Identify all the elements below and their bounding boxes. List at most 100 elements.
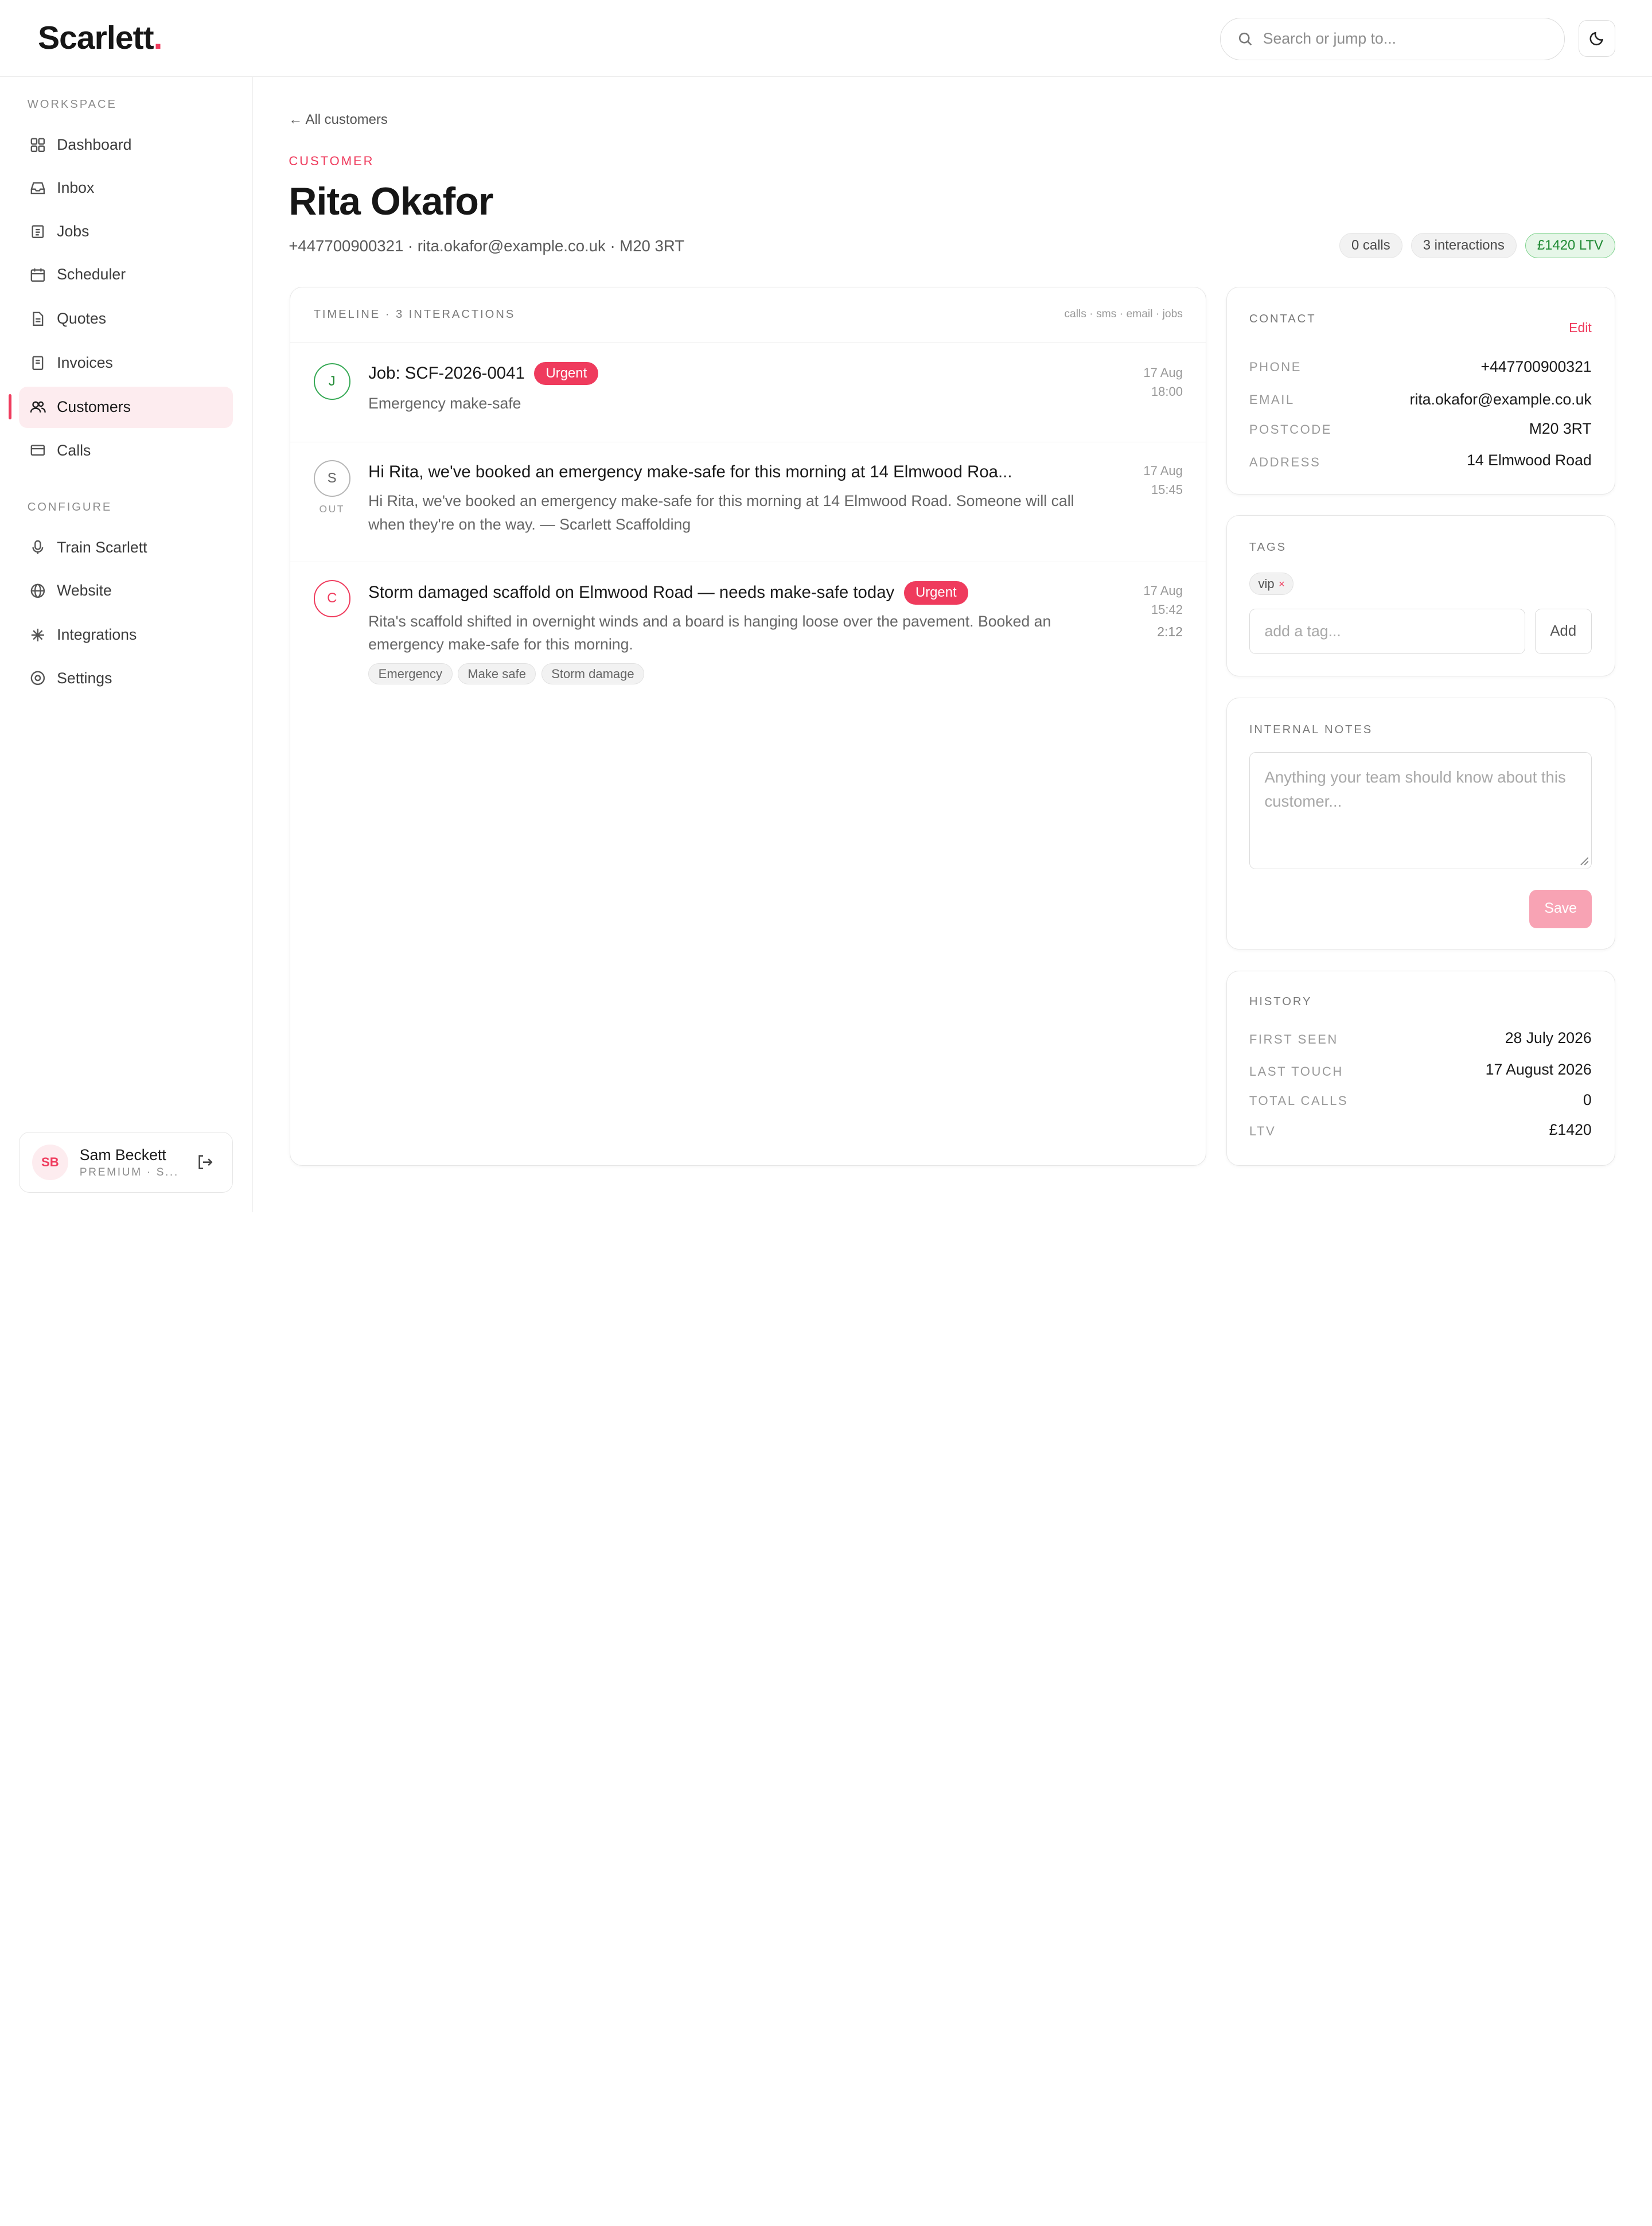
- timeline-header: TIMELINE · 3 INTERACTIONS calls · sms · …: [290, 287, 1206, 344]
- search-bar[interactable]: Search or jump to...: [1220, 18, 1565, 60]
- interactions-count-badge: 3 interactions: [1411, 232, 1517, 259]
- configure-label: CONFIGURE: [27, 500, 112, 513]
- sidebar-item-train-scarlett[interactable]: Train Scarlett: [19, 527, 233, 568]
- postcode-value: M20 3RT: [1529, 420, 1592, 438]
- customer-summary: +447700900321 · rita.okafor@example.co.u…: [289, 237, 685, 255]
- users-icon: [29, 399, 46, 415]
- card-icon: [29, 442, 46, 459]
- grid-icon: [29, 137, 46, 153]
- sidebar-item-scheduler[interactable]: Scheduler: [19, 254, 233, 295]
- sidebar-item-calls[interactable]: Calls: [19, 430, 233, 471]
- document-icon: [29, 310, 46, 327]
- job-avatar: J: [313, 363, 350, 400]
- tags-label: TAGS: [1249, 541, 1287, 554]
- back-to-customers-link[interactable]: ← All customers: [289, 112, 387, 128]
- address-key: ADDRESS: [1249, 454, 1321, 469]
- sidebar-item-dashboard[interactable]: Dashboard: [19, 124, 233, 166]
- history-label: HISTORY: [1249, 995, 1312, 1009]
- contact-label: CONTACT: [1249, 312, 1316, 325]
- user-name: Sam Beckett: [79, 1146, 166, 1163]
- sidebar-item-label: Inbox: [57, 179, 95, 197]
- entry-body: Emergency make-safe: [368, 394, 521, 412]
- last-touch-value: 17 August 2026: [1485, 1061, 1592, 1079]
- first-seen-value: 28 July 2026: [1505, 1029, 1592, 1046]
- timeline-entry[interactable]: S OUT Hi Rita, we've booked an emergency…: [290, 442, 1206, 563]
- tag-chip: Make safe: [457, 663, 536, 685]
- entry-title: Storm damaged scaffold on Elmwood Road —…: [368, 581, 968, 605]
- brand-logo[interactable]: Scarlett.: [38, 19, 162, 57]
- email-value: rita.okafor@example.co.uk: [1409, 390, 1592, 408]
- tags-card: TAGS vip × add a tag... Add: [1226, 515, 1616, 677]
- phone-key: PHONE: [1249, 360, 1302, 375]
- notes-card: INTERNAL NOTES Anything your team should…: [1226, 698, 1616, 950]
- remove-tag-icon[interactable]: ×: [1279, 578, 1285, 590]
- entry-time: 15:45: [1151, 482, 1183, 497]
- resize-handle-icon[interactable]: [1580, 857, 1589, 866]
- search-placeholder: Search or jump to...: [1263, 30, 1397, 48]
- settings-icon: [29, 670, 46, 686]
- address-value: 14 Elmwood Road: [1467, 452, 1592, 469]
- page-eyebrow: CUSTOMER: [289, 154, 375, 169]
- sms-avatar: S: [313, 460, 350, 497]
- entry-title-text: Hi Rita, we've booked an emergency make-…: [368, 462, 1012, 481]
- sidebar-item-label: Dashboard: [57, 136, 132, 154]
- entry-timestamp: 17 Aug 18:00: [1143, 363, 1183, 401]
- tag-input[interactable]: add a tag...: [1249, 608, 1526, 654]
- avatar: SB: [32, 1144, 68, 1181]
- sidebar-item-label: Train Scarlett: [57, 538, 147, 556]
- clipboard-icon: [29, 223, 46, 240]
- theme-toggle-button[interactable]: [1578, 20, 1616, 57]
- notes-label: INTERNAL NOTES: [1249, 723, 1373, 737]
- calendar-icon: [29, 266, 46, 283]
- entry-title-text: Job: SCF-2026-0041: [368, 364, 525, 383]
- sidebar-item-quotes[interactable]: Quotes: [19, 298, 233, 340]
- total-calls-key: TOTAL CALLS: [1249, 1093, 1349, 1108]
- sidebar-item-label: Settings: [57, 669, 112, 687]
- app: Scarlett. Search or jump to... WORKSPACE…: [0, 0, 1652, 1212]
- sidebar-item-inbox[interactable]: Inbox: [19, 168, 233, 209]
- inbox-icon: [29, 180, 46, 196]
- calls-count-badge: 0 calls: [1339, 232, 1402, 259]
- timeline-entry[interactable]: J Job: SCF-2026-0041 Urgent Emergency ma…: [290, 343, 1206, 442]
- timeline-panel: TIMELINE · 3 INTERACTIONS calls · sms · …: [290, 286, 1207, 1166]
- first-seen-key: FIRST SEEN: [1249, 1032, 1338, 1047]
- timeline-label: TIMELINE · 3 INTERACTIONS: [313, 308, 516, 321]
- sidebar-item-website[interactable]: Website: [19, 570, 233, 612]
- sidebar: WORKSPACE Dashboard Inbox Jobs Scheduler…: [0, 77, 253, 1212]
- contact-card: CONTACT Edit PHONE +447700900321 EMAIL r…: [1226, 286, 1616, 495]
- sidebar-item-jobs[interactable]: Jobs: [19, 211, 233, 252]
- entry-tags: Emergency Make safe Storm damage: [368, 663, 645, 685]
- save-notes-button[interactable]: Save: [1529, 890, 1592, 928]
- tag-text: vip: [1258, 576, 1275, 591]
- sidebar-item-customers[interactable]: Customers: [19, 387, 233, 428]
- notes-textarea[interactable]: Anything your team should know about thi…: [1249, 752, 1592, 869]
- notes-placeholder: Anything your team should know about thi…: [1264, 768, 1566, 811]
- entry-date: 17 Aug: [1143, 583, 1183, 598]
- entry-timestamp: 17 Aug 15:45: [1143, 461, 1183, 499]
- call-duration: 2:12: [1157, 624, 1183, 639]
- user-plan: PREMIUM · S...: [79, 1166, 179, 1178]
- sidebar-item-label: Customers: [57, 398, 131, 416]
- edit-contact-link[interactable]: Edit: [1569, 320, 1592, 336]
- add-tag-button[interactable]: Add: [1534, 608, 1592, 654]
- sidebar-item-label: Invoices: [57, 354, 113, 372]
- tag-chip: Storm damage: [541, 663, 645, 685]
- sidebar-item-integrations[interactable]: Integrations: [19, 614, 233, 656]
- sidebar-item-invoices[interactable]: Invoices: [19, 343, 233, 384]
- sidebar-item-settings[interactable]: Settings: [19, 657, 233, 699]
- globe-icon: [29, 582, 46, 599]
- timeline-filters[interactable]: calls · sms · email · jobs: [1064, 308, 1183, 321]
- active-indicator: [8, 394, 12, 420]
- sparkle-icon: [29, 626, 46, 643]
- ltv-badge: £1420 LTV: [1525, 232, 1616, 259]
- sidebar-item-label: Website: [57, 582, 112, 600]
- user-card[interactable]: SB Sam Beckett PREMIUM · S...: [19, 1131, 233, 1193]
- search-icon: [1238, 33, 1252, 46]
- tag-chip: Emergency: [368, 663, 453, 685]
- phone-value: +447700900321: [1480, 357, 1592, 375]
- sidebar-item-label: Calls: [57, 441, 91, 459]
- moon-icon: [1589, 32, 1604, 46]
- timeline-entry[interactable]: C Storm damaged scaffold on Elmwood Road…: [290, 562, 1206, 699]
- tag-chip[interactable]: vip ×: [1249, 573, 1294, 596]
- logout-icon[interactable]: [197, 1154, 213, 1174]
